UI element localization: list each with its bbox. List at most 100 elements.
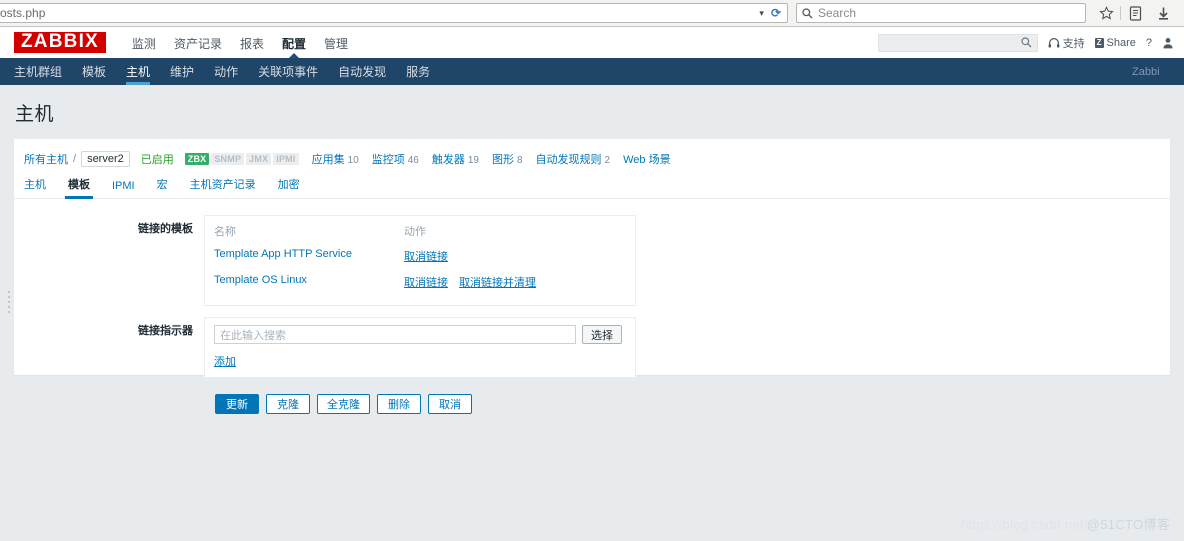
badge-zbx: ZBX <box>184 153 210 165</box>
breadcrumb-web-scenarios-label: Web 场景 <box>623 154 671 166</box>
unlink-action-os-linux[interactable]: 取消链接 <box>404 277 448 289</box>
breadcrumb-discovery-rules-count: 2 <box>604 155 611 166</box>
nav-item-host-groups[interactable]: 主机群组 <box>14 58 72 85</box>
column-header-name: 名称 <box>214 226 236 238</box>
zabbix-search-input[interactable] <box>877 33 1038 52</box>
user-profile-link[interactable] <box>1162 37 1174 49</box>
top-menu: 监测 资产记录 报表 配置 管理 <box>123 27 357 58</box>
chevron-down-icon[interactable]: ▾ <box>759 8 764 19</box>
support-link[interactable]: 支持 <box>1048 35 1085 51</box>
tab-macros[interactable]: 宏 <box>146 176 179 198</box>
unlink-action-http-service[interactable]: 取消链接 <box>404 251 448 263</box>
host-tabs: 主机 模板 IPMI 宏 主机资产记录 加密 <box>14 175 1170 199</box>
browser-search-bar[interactable]: Search <box>796 3 1086 23</box>
table-row: Template App HTTP Service 取消链接 <box>214 245 626 271</box>
select-button[interactable]: 选择 <box>582 325 622 344</box>
interface-badges: ZBX SNMP JMX IPMI <box>184 153 299 165</box>
breadcrumb-discovery-rules-label: 自动发现规则 <box>535 154 602 166</box>
tab-host[interactable]: 主机 <box>24 176 57 198</box>
update-button[interactable]: 更新 <box>215 394 259 414</box>
headset-icon <box>1048 37 1060 49</box>
linked-templates-table: 名称 动作 Template App HTTP Service 取消链接 Tem… <box>214 223 626 297</box>
header-actions: 支持 Z Share ? <box>877 33 1184 52</box>
tab-templates[interactable]: 模板 <box>57 176 101 199</box>
host-status-link[interactable]: 已启用 <box>141 151 174 167</box>
template-link-os-linux[interactable]: Template OS Linux <box>214 274 307 286</box>
support-label: 支持 <box>1062 37 1085 50</box>
templates-form: 链接的模板 名称 动作 Template App HTTP Service 取消… <box>14 199 1170 414</box>
nav-item-maintenance[interactable]: 维护 <box>160 58 204 85</box>
breadcrumb-graphs-label: 图形 <box>491 154 514 166</box>
breadcrumb-items[interactable]: 监控项 46 <box>372 151 419 167</box>
cancel-button[interactable]: 取消 <box>428 394 472 414</box>
top-menu-item-configuration[interactable]: 配置 <box>273 27 315 58</box>
secondary-nav: 主机群组 模板 主机 维护 动作 关联项事件 自动发现 服务 Zabbi <box>0 58 1184 85</box>
browser-action-icons <box>1092 2 1184 24</box>
tab-encryption[interactable]: 加密 <box>267 176 311 198</box>
share-link[interactable]: Z Share <box>1094 36 1136 49</box>
watermark: https://blog.csdn.net/@51CTO博客 <box>961 514 1170 533</box>
watermark-overlay: @51CTO博客 <box>1086 517 1170 532</box>
form-row-link-indicator: 链接指示器 在此输入搜索 选择 添加 <box>14 317 1170 378</box>
add-link[interactable]: 添加 <box>214 353 236 369</box>
help-label: ? <box>1145 36 1152 49</box>
link-indicator-box: 在此输入搜索 选择 添加 <box>204 317 636 378</box>
browser-toolbar: osts.php ▾ ⟳ Search <box>0 0 1184 27</box>
clone-button[interactable]: 克隆 <box>266 394 310 414</box>
page-title: 主机 <box>14 85 1170 139</box>
url-text: osts.php <box>0 6 46 20</box>
zabbix-header: ZABBIX 监测 资产记录 报表 配置 管理 支持 Z Share ? <box>0 27 1184 58</box>
share-label: Share <box>1106 36 1136 49</box>
breadcrumb-applications-label: 应用集 <box>311 154 345 166</box>
nav-item-actions[interactable]: 动作 <box>204 58 248 85</box>
nav-item-correlation[interactable]: 关联项事件 <box>248 58 328 85</box>
url-bar[interactable]: osts.php ▾ ⟳ <box>0 3 788 23</box>
host-edit-card: 所有主机 / server2 已启用 ZBX SNMP JMX IPMI 应用集… <box>7 139 1170 414</box>
top-menu-item-reports[interactable]: 报表 <box>231 27 273 58</box>
breadcrumb-graphs[interactable]: 图形 8 <box>492 151 523 167</box>
home-icon[interactable] <box>1177 2 1184 24</box>
form-row-linked-templates: 链接的模板 名称 动作 Template App HTTP Service 取消… <box>14 215 1170 306</box>
form-buttons: 更新 克隆 全克隆 删除 取消 <box>14 394 1170 414</box>
page-body: 主机 所有主机 / server2 已启用 ZBX SNMP JMX IPMI … <box>0 85 1184 541</box>
breadcrumb-current-host[interactable]: server2 <box>81 151 130 167</box>
nav-item-hosts[interactable]: 主机 <box>116 58 160 85</box>
browser-search-placeholder: Search <box>818 6 857 20</box>
zabbix-logo[interactable]: ZABBIX <box>14 32 106 53</box>
breadcrumb-applications[interactable]: 应用集 10 <box>312 151 359 167</box>
unlink-and-clear-action-os-linux[interactable]: 取消链接并清理 <box>459 277 536 289</box>
card-resize-grip[interactable] <box>5 291 12 313</box>
star-icon[interactable] <box>1092 2 1120 24</box>
download-icon[interactable] <box>1149 2 1177 24</box>
tab-host-inventory[interactable]: 主机资产记录 <box>179 176 267 198</box>
breadcrumb: 所有主机 / server2 已启用 ZBX SNMP JMX IPMI 应用集… <box>14 139 1170 175</box>
template-search-input[interactable]: 在此输入搜索 <box>214 325 576 344</box>
search-icon <box>802 7 813 19</box>
breadcrumb-applications-count: 10 <box>347 155 359 166</box>
breadcrumb-graphs-count: 8 <box>516 155 523 166</box>
breadcrumb-triggers-count: 19 <box>467 155 479 166</box>
badge-ipmi: IPMI <box>273 153 299 165</box>
template-link-http-service[interactable]: Template App HTTP Service <box>214 248 352 260</box>
top-menu-item-monitoring[interactable]: 监测 <box>123 27 165 58</box>
top-menu-item-inventory[interactable]: 资产记录 <box>165 27 231 58</box>
nav-item-services[interactable]: 服务 <box>396 58 440 85</box>
breadcrumb-triggers[interactable]: 触发器 19 <box>432 151 479 167</box>
breadcrumb-all-hosts[interactable]: 所有主机 <box>24 151 68 167</box>
reader-icon[interactable] <box>1121 2 1149 24</box>
reload-icon[interactable]: ⟳ <box>771 6 781 20</box>
nav-item-discovery[interactable]: 自动发现 <box>328 58 396 85</box>
zabbix-share-badge: Z <box>1094 37 1104 48</box>
help-link[interactable]: ? <box>1146 37 1152 49</box>
linked-templates-label: 链接的模板 <box>138 223 193 235</box>
table-header-row: 名称 动作 <box>214 223 626 245</box>
breadcrumb-web-scenarios[interactable]: Web 场景 <box>623 151 670 167</box>
tab-ipmi[interactable]: IPMI <box>101 180 146 198</box>
badge-snmp: SNMP <box>211 153 245 165</box>
top-menu-item-administration[interactable]: 管理 <box>315 27 357 58</box>
breadcrumb-triggers-label: 触发器 <box>431 154 465 166</box>
full-clone-button[interactable]: 全克隆 <box>317 394 370 414</box>
breadcrumb-discovery-rules[interactable]: 自动发现规则 2 <box>536 151 611 167</box>
delete-button[interactable]: 删除 <box>377 394 421 414</box>
nav-item-templates[interactable]: 模板 <box>72 58 116 85</box>
